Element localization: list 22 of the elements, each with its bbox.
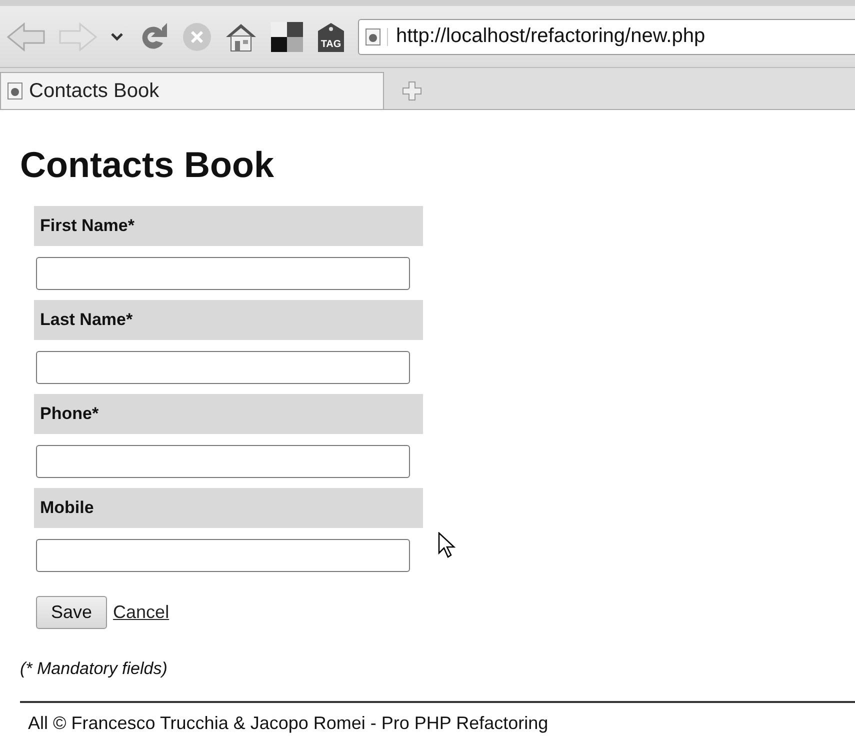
- text-field[interactable]: [36, 350, 410, 384]
- text-field[interactable]: [36, 444, 410, 478]
- field-label: First Name*: [34, 206, 423, 246]
- field-label: Last Name*: [34, 300, 423, 340]
- browser-tab[interactable]: Contacts Book: [0, 72, 384, 109]
- field-label: Mobile: [34, 488, 423, 528]
- text-field[interactable]: [36, 538, 410, 572]
- field-label: Phone*: [34, 394, 423, 434]
- new-tab-plus-icon[interactable]: [402, 81, 422, 101]
- cancel-link[interactable]: Cancel: [113, 602, 170, 623]
- mandatory-note: (* Mandatory fields): [20, 659, 168, 679]
- tag-icon[interactable]: TAG: [316, 20, 346, 52]
- checkered-square-icon[interactable]: [270, 20, 304, 52]
- save-button[interactable]: Save: [36, 596, 108, 629]
- chevron-down-icon[interactable]: [110, 32, 124, 42]
- page-heading: Contacts Book: [20, 144, 276, 186]
- mouse-pointer-icon: [438, 532, 456, 558]
- text-field[interactable]: [36, 256, 410, 290]
- footer-text: All © Francesco Trucchia & Jacopo Romei - Pro PHP Refactoring: [28, 713, 550, 734]
- page-icon: [7, 82, 23, 100]
- address-bar[interactable]: http://localhost/refactoring/new.php: [358, 18, 855, 54]
- page-icon: [365, 28, 388, 46]
